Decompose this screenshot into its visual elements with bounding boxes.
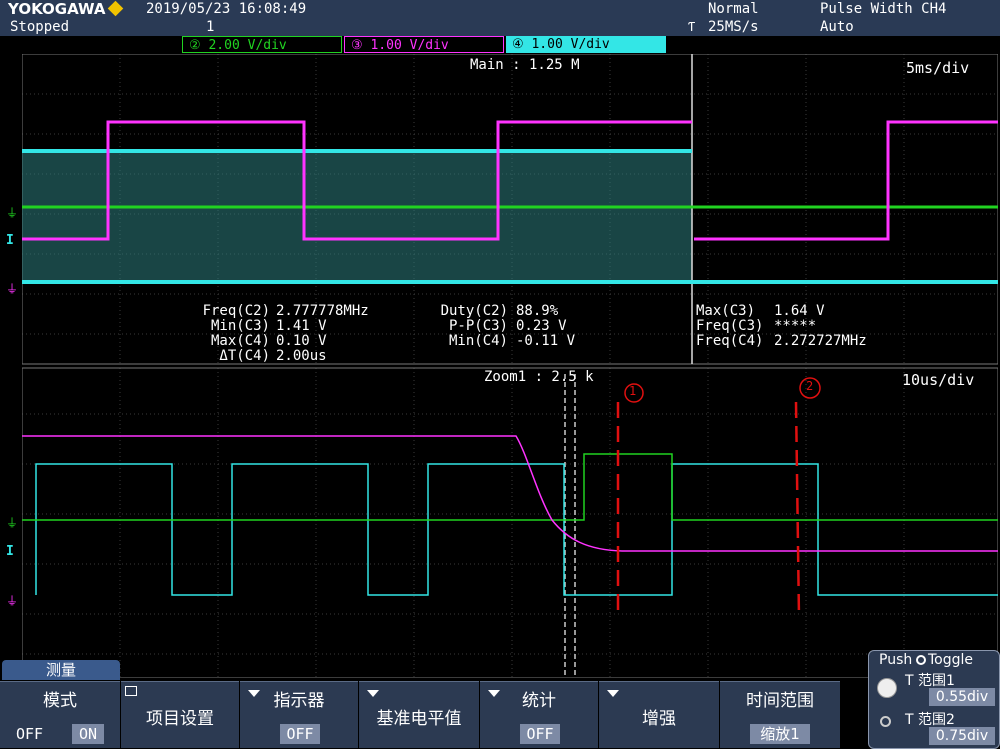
channel-3-box[interactable]: ③ 1.00 V/div (344, 36, 504, 53)
trigger-edge-icon: Ƭ (688, 20, 696, 34)
ch4-trigger-marker-zoom: I (6, 544, 14, 559)
range-panel-push: Push (879, 652, 913, 668)
annotation-line-2 (794, 401, 801, 619)
zoom-timebase[interactable]: 10us/div (902, 371, 974, 389)
softkey-ref-level[interactable]: 基准电平值 (359, 681, 479, 748)
channel-3-scale: 1.00 V/div (370, 38, 449, 53)
softkey-enhance-label: 增强 (642, 709, 676, 729)
annotation-label-1: 1 (629, 384, 637, 398)
channel-2-scale: 2.00 V/div (208, 38, 287, 53)
ch4-zoom-trace (35, 463, 998, 596)
scope-display (22, 54, 998, 678)
ch4-trigger-marker-main: I (6, 233, 14, 248)
range-panel[interactable]: Push Toggle T 范围1 0.55div T 范围2 0.75div (868, 650, 1000, 749)
push-knob-icon (916, 655, 926, 665)
brand-logo: YOKOGAWA (8, 0, 106, 18)
softkey-indicator[interactable]: 指示器 OFF (240, 681, 358, 748)
ch3-zoom-trace (22, 435, 998, 552)
trigger-mode[interactable]: Normal (708, 1, 759, 17)
measurement-labels-col2: Duty(C2) P-P(C3) Min(C4) (440, 303, 508, 349)
run-status: Stopped (10, 19, 70, 35)
channel-3-number: ③ (351, 38, 363, 53)
range2-knob-icon[interactable] (880, 716, 891, 727)
range2-label: T 范围2 (905, 712, 955, 728)
ch2-ground-marker-main: ⏚ (6, 206, 19, 220)
ch3-main-trace-b (694, 120, 998, 241)
mode-off-option[interactable]: OFF (16, 725, 43, 743)
indicator-value: OFF (280, 724, 320, 744)
time-range-value: 缩放1 (750, 724, 810, 744)
mode-on-option[interactable]: ON (72, 724, 104, 744)
main-timebase[interactable]: 5ms/div (906, 59, 969, 77)
menu-title-measure: 测量 (2, 660, 120, 680)
dropdown-arrow-icon (367, 690, 379, 697)
measurement-labels-col3: Max(C3) Freq(C3) Freq(C4) (696, 303, 764, 349)
measurement-labels-col1: Freq(C2) Min(C3) Max(C4) ΔT(C4) (202, 303, 270, 364)
range-panel-toggle: Toggle (928, 652, 974, 668)
trigger-type[interactable]: Pulse Width CH4 (820, 1, 946, 17)
softkey-stats[interactable]: 统计 OFF (480, 681, 598, 748)
softkey-mode-label: 模式 (43, 691, 77, 711)
softkey-enhance[interactable]: 增强 (599, 681, 719, 748)
ch2-ground-marker-zoom: ⏚ (6, 516, 19, 530)
zoom-region-highlight (22, 150, 692, 282)
softkey-item-setup[interactable]: 项目设置 (121, 681, 239, 748)
submenu-icon (125, 686, 137, 696)
range1-value[interactable]: 0.55div (929, 688, 995, 706)
softkey-ref-level-label: 基准电平值 (376, 709, 462, 729)
range2-value[interactable]: 0.75div (929, 727, 995, 745)
softkey-item-setup-label: 项目设置 (146, 709, 214, 729)
range1-selected-knob-icon[interactable] (877, 678, 897, 698)
softkey-indicator-label: 指示器 (273, 691, 325, 711)
channel-4-number: ④ (512, 37, 524, 52)
main-grid (22, 54, 998, 678)
acquisition-count: 1 (206, 19, 215, 35)
measurement-values-col2: 88.9% 0.23 V -0.11 V (516, 303, 576, 349)
annotation-label-2: 2 (806, 379, 814, 393)
ch3-ground-marker-zoom: ⏚ (6, 594, 19, 608)
range1-label: T 范围1 (905, 673, 955, 689)
channel-2-box[interactable]: ② 2.00 V/div (182, 36, 342, 53)
softkey-time-range[interactable]: 时间范围 缩放1 (720, 681, 840, 748)
softkey-time-range-label: 时间范围 (746, 691, 814, 711)
channel-4-box[interactable]: ④ 1.00 V/div (506, 36, 666, 53)
datetime: 2019/05/23 16:08:49 (146, 1, 307, 17)
brand-diamond-icon (107, 0, 124, 17)
main-window-label: Main : 1.25 M (470, 57, 580, 73)
channel-2-number: ② (189, 38, 201, 53)
softkey-mode[interactable]: 模式 OFF ON (0, 681, 120, 748)
stats-value: OFF (520, 724, 560, 744)
zoom-window-label: Zoom1 : 2.5 k (484, 369, 594, 385)
ch3-ground-marker-main: ⏚ (6, 282, 19, 296)
measurement-values-col3: 1.64 V ***** 2.272727MHz (774, 303, 867, 349)
trigger-auto: Auto (820, 19, 854, 35)
softkey-stats-label: 统计 (522, 691, 556, 711)
channel-4-scale: 1.00 V/div (531, 37, 610, 52)
measurement-values-col1: 2.777778MHz 1.41 V 0.10 V 2.00us (276, 303, 369, 364)
sample-rate: 25MS/s (708, 19, 759, 35)
status-bar: YOKOGAWA Stopped 2019/05/23 16:08:49 1 Ƭ… (0, 0, 1000, 36)
dropdown-arrow-icon (607, 690, 619, 697)
